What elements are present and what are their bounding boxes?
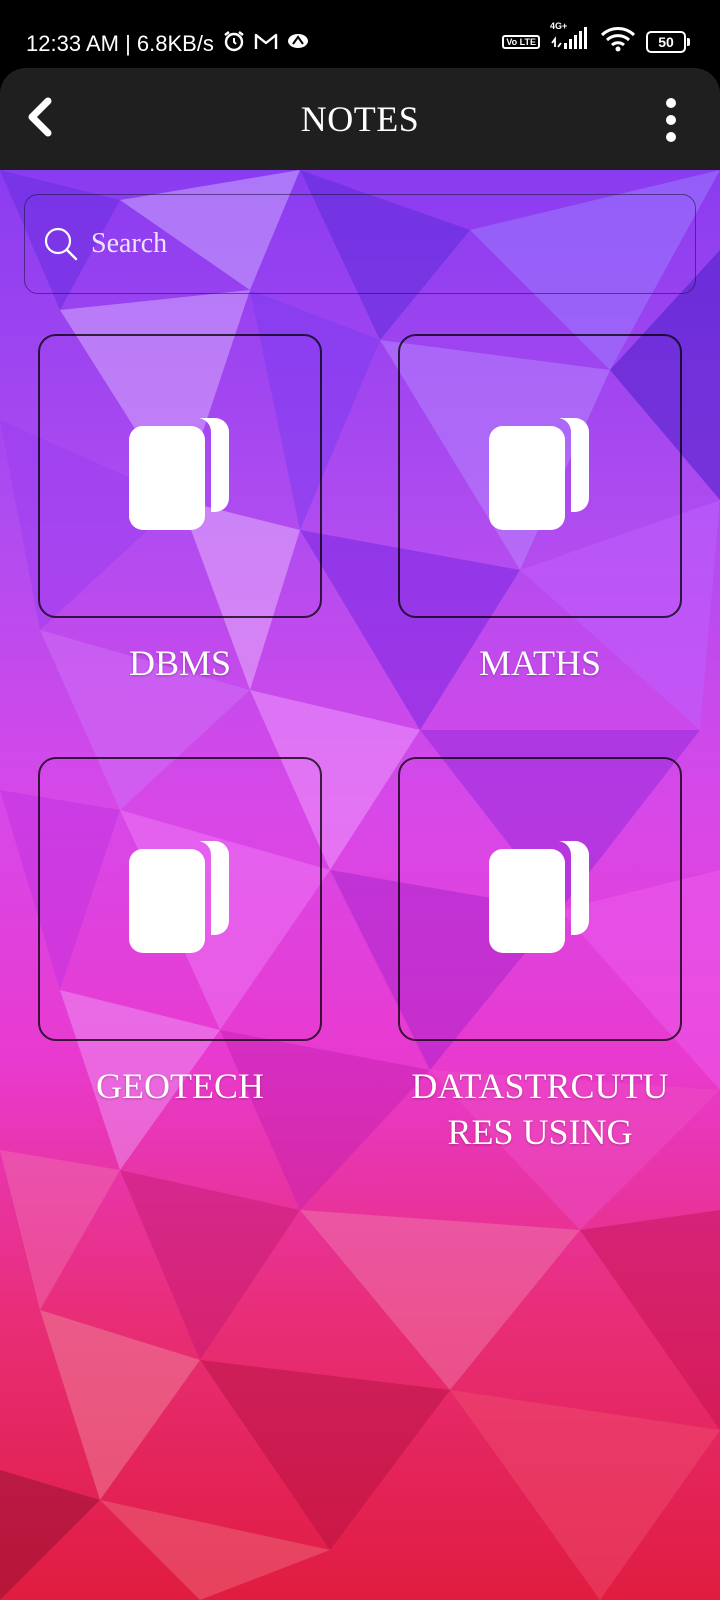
alarm-clock-icon — [222, 29, 246, 59]
note-tile-box[interactable] — [398, 757, 682, 1041]
note-tile-maths[interactable]: MATHS — [398, 334, 682, 686]
battery-level: 50 — [646, 31, 686, 53]
app-bar: NOTES — [0, 68, 720, 170]
signal-icon: 4G+ — [550, 21, 590, 57]
battery-icon: 50 — [646, 31, 690, 53]
note-tile-box[interactable] — [398, 334, 682, 618]
book-icon — [128, 840, 231, 958]
time-and-speed: 12:33 AM | 6.8KB/s — [26, 31, 214, 56]
volte-indicator: Vo LTE — [502, 35, 540, 49]
note-label: DATASTRCUTURES USING — [411, 1066, 669, 1152]
book-icon — [488, 417, 591, 535]
app-notification-icon — [286, 31, 310, 57]
more-options-button[interactable] — [658, 98, 684, 142]
book-icon — [128, 417, 231, 535]
note-label: DBMS — [128, 643, 232, 683]
note-tile-box[interactable] — [38, 757, 322, 1041]
search-icon — [43, 226, 79, 262]
gmail-icon — [254, 31, 278, 57]
page-title: NOTES — [300, 99, 420, 139]
search-input[interactable] — [89, 227, 653, 261]
note-tile-geotech[interactable]: GEOTECH — [38, 757, 322, 1109]
status-bar: 12:33 AM | 6.8KB/s Vo LTE 4G+ 50 — [0, 0, 720, 68]
status-left: 12:33 AM | 6.8KB/s — [26, 29, 310, 59]
network-type: 4G+ — [550, 21, 568, 31]
note-tile-datastructures[interactable]: DATASTRCUTURES USING — [398, 757, 682, 1155]
note-tile-box[interactable] — [38, 334, 322, 618]
book-icon — [488, 840, 591, 958]
note-label: MATHS — [478, 643, 602, 683]
wifi-icon — [600, 26, 636, 58]
search-bar[interactable] — [24, 194, 696, 294]
note-tile-dbms[interactable]: DBMS — [38, 334, 322, 686]
note-label: GEOTECH — [96, 1066, 264, 1106]
status-right: Vo LTE 4G+ 50 — [502, 21, 690, 58]
more-vertical-icon — [666, 98, 676, 108]
